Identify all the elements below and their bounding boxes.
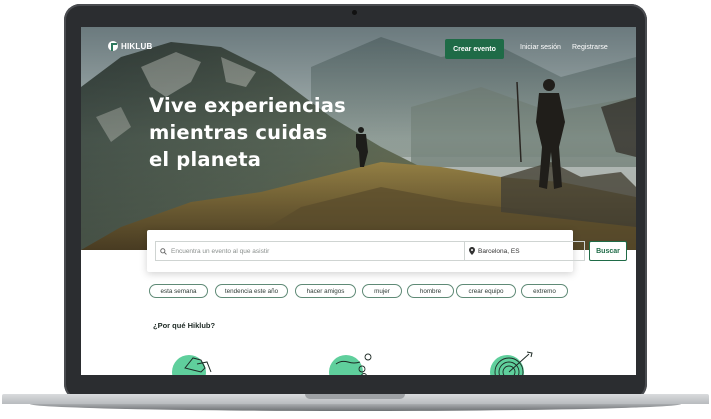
tag-chip[interactable]: extremo: [521, 284, 568, 298]
target-illustration-icon: [490, 351, 533, 375]
friends-illustration-icon: [172, 355, 212, 375]
tag-chip[interactable]: hacer amigos: [295, 284, 356, 298]
feature-item: [171, 350, 221, 375]
webcam: [352, 10, 357, 15]
tag-filter-list: esta semana tendencia este año hacer ami…: [149, 284, 619, 300]
planet-illustration-icon: [329, 353, 372, 375]
laptop-base-notch: [305, 394, 405, 399]
hero-section: HIKLUB Crear evento Iniciar sesión Regis…: [81, 27, 636, 250]
search-input[interactable]: Encuentra un evento al que asistir: [155, 241, 465, 261]
laptop-base: [0, 394, 711, 419]
location-input[interactable]: Barcelona, ES: [465, 241, 585, 261]
register-link[interactable]: Registrarse: [572, 44, 608, 51]
hero-title-line: Vive experiencias: [149, 94, 346, 117]
tag-chip[interactable]: esta semana: [149, 284, 208, 298]
search-button[interactable]: Buscar: [589, 241, 627, 261]
search-placeholder: Encuentra un evento al que asistir: [171, 247, 270, 255]
brand-logo[interactable]: HIKLUB: [108, 41, 152, 51]
hero-title-line: mientras cuidas: [149, 121, 328, 144]
laptop-base-bottom: [30, 404, 681, 411]
search-icon: [160, 247, 167, 255]
tag-chip[interactable]: hombre: [407, 284, 454, 298]
tag-chip[interactable]: crear equipo: [456, 284, 516, 298]
tag-chip[interactable]: mujer: [362, 284, 402, 298]
location-value: Barcelona, ES: [478, 247, 520, 255]
hero-title: Vive experiencias mientras cuidas el pla…: [149, 92, 346, 173]
brand-name: HIKLUB: [121, 41, 153, 51]
create-event-button[interactable]: Crear evento: [445, 39, 504, 59]
location-pin-icon: [469, 247, 475, 255]
search-bar: Encuentra un evento al que asistir Barce…: [147, 230, 627, 272]
why-section-title: ¿Por qué Hiklub?: [153, 321, 216, 330]
laptop-screen: HIKLUB Crear evento Iniciar sesión Regis…: [81, 27, 636, 375]
tag-chip[interactable]: tendencia este año: [215, 284, 288, 298]
feature-item: [326, 350, 381, 375]
brand-logo-icon: [108, 41, 118, 51]
login-link[interactable]: Iniciar sesión: [520, 44, 561, 51]
hero-title-line: el planeta: [149, 148, 262, 171]
feature-item: [487, 350, 542, 375]
